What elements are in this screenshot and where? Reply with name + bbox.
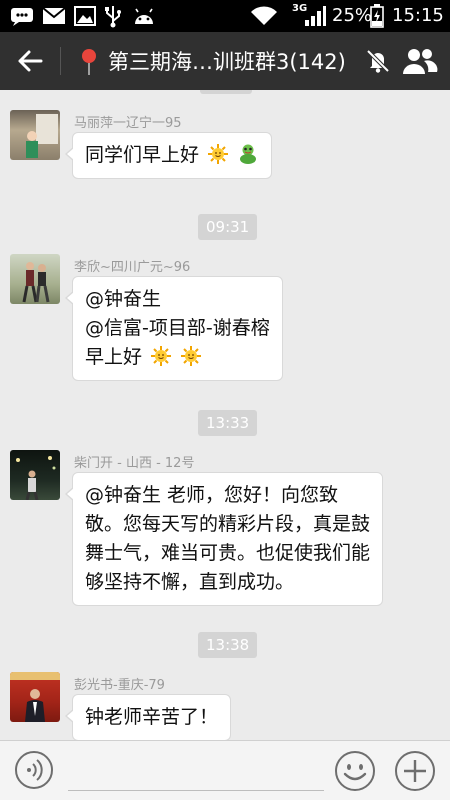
location-pin-icon [82, 49, 96, 75]
sender-name: 彭光书-重庆-79 [74, 678, 165, 693]
battery-icon [370, 4, 384, 28]
sender-name: 马丽萍一辽宁一95 [74, 116, 182, 131]
mute-icon[interactable] [364, 47, 392, 75]
message-bubble[interactable]: @钟奋生 @信富-项目部-谢春榕 早上好 [65, 276, 283, 381]
timestamp: 13:38 [198, 632, 258, 658]
signal-icon [305, 6, 326, 26]
title-divider [60, 47, 61, 75]
avatar-photo [26, 114, 58, 158]
emoji-icon[interactable] [334, 750, 376, 792]
sun-emoji-icon [208, 144, 229, 164]
avatar-photo [10, 672, 60, 722]
wifi-icon [251, 6, 277, 26]
avatar-photo [16, 456, 56, 500]
avatar[interactable] [10, 110, 60, 160]
sender-name: 柴门开 - 山西 - 12号 [74, 456, 195, 471]
message-text: 够坚持不懈，直到成功。 [85, 571, 295, 593]
scroll-hint [200, 90, 252, 94]
mail-icon [42, 7, 66, 24]
group-members-icon[interactable] [402, 46, 438, 76]
message-text: 钟老师辛苦了！ [85, 706, 219, 728]
wechat-notify-icon [11, 8, 33, 26]
android-icon [135, 8, 153, 24]
message-bubble[interactable]: @钟奋生 老师，您好！向您致 敬。您每天写的精彩片段，真是鼓 舞士气，难当可贵。… [64, 472, 384, 606]
message-text: 舞士气，难当可贵。也促使我们能 [85, 542, 371, 564]
clock: 15:15 [392, 5, 444, 26]
title-bar: 第三期海…训班群3(142) [0, 32, 450, 90]
plus-icon[interactable] [394, 750, 436, 792]
avatar-photo [22, 262, 50, 303]
input-bar [0, 740, 450, 800]
sender-name: 李欣~四川广元~96 [74, 260, 191, 275]
message-text: 敬。您每天写的精彩片段，真是鼓 [85, 513, 371, 535]
message-text: 同学们早上好 [85, 144, 200, 166]
frog-emoji-icon [240, 144, 257, 164]
sun-emoji-icon [151, 346, 172, 366]
timestamp: 09:31 [198, 214, 258, 240]
chat-area[interactable]: 马丽萍一辽宁一95 同学们早上好 09:31 李欣~四川广元~96 @钟奋生 @… [0, 90, 450, 740]
avatar[interactable] [10, 254, 60, 304]
message-text: @钟奋生 老师，您好！向您致 [85, 484, 339, 506]
chat-title[interactable]: 第三期海…训班群3(142) [108, 46, 346, 76]
message-text: @信富-项目部-谢春榕 [85, 317, 270, 339]
avatar[interactable] [10, 450, 60, 500]
message-text: @钟奋生 [85, 288, 162, 310]
sun-emoji-icon [181, 346, 202, 366]
message-bubble[interactable]: 同学们早上好 [64, 132, 273, 179]
battery-percent: 25% [332, 5, 373, 26]
gallery-icon [74, 6, 96, 26]
status-bar: 3G 25% 15:15 [0, 0, 450, 32]
voice-input-icon[interactable] [14, 750, 54, 790]
back-arrow-icon[interactable] [14, 45, 46, 77]
message-bubble[interactable]: 钟老师辛苦了！ [64, 694, 232, 740]
avatar[interactable] [10, 672, 60, 722]
usb-icon [105, 6, 121, 28]
message-input[interactable] [68, 751, 324, 791]
message-text: 早上好 [85, 346, 143, 368]
timestamp: 13:33 [198, 410, 258, 436]
